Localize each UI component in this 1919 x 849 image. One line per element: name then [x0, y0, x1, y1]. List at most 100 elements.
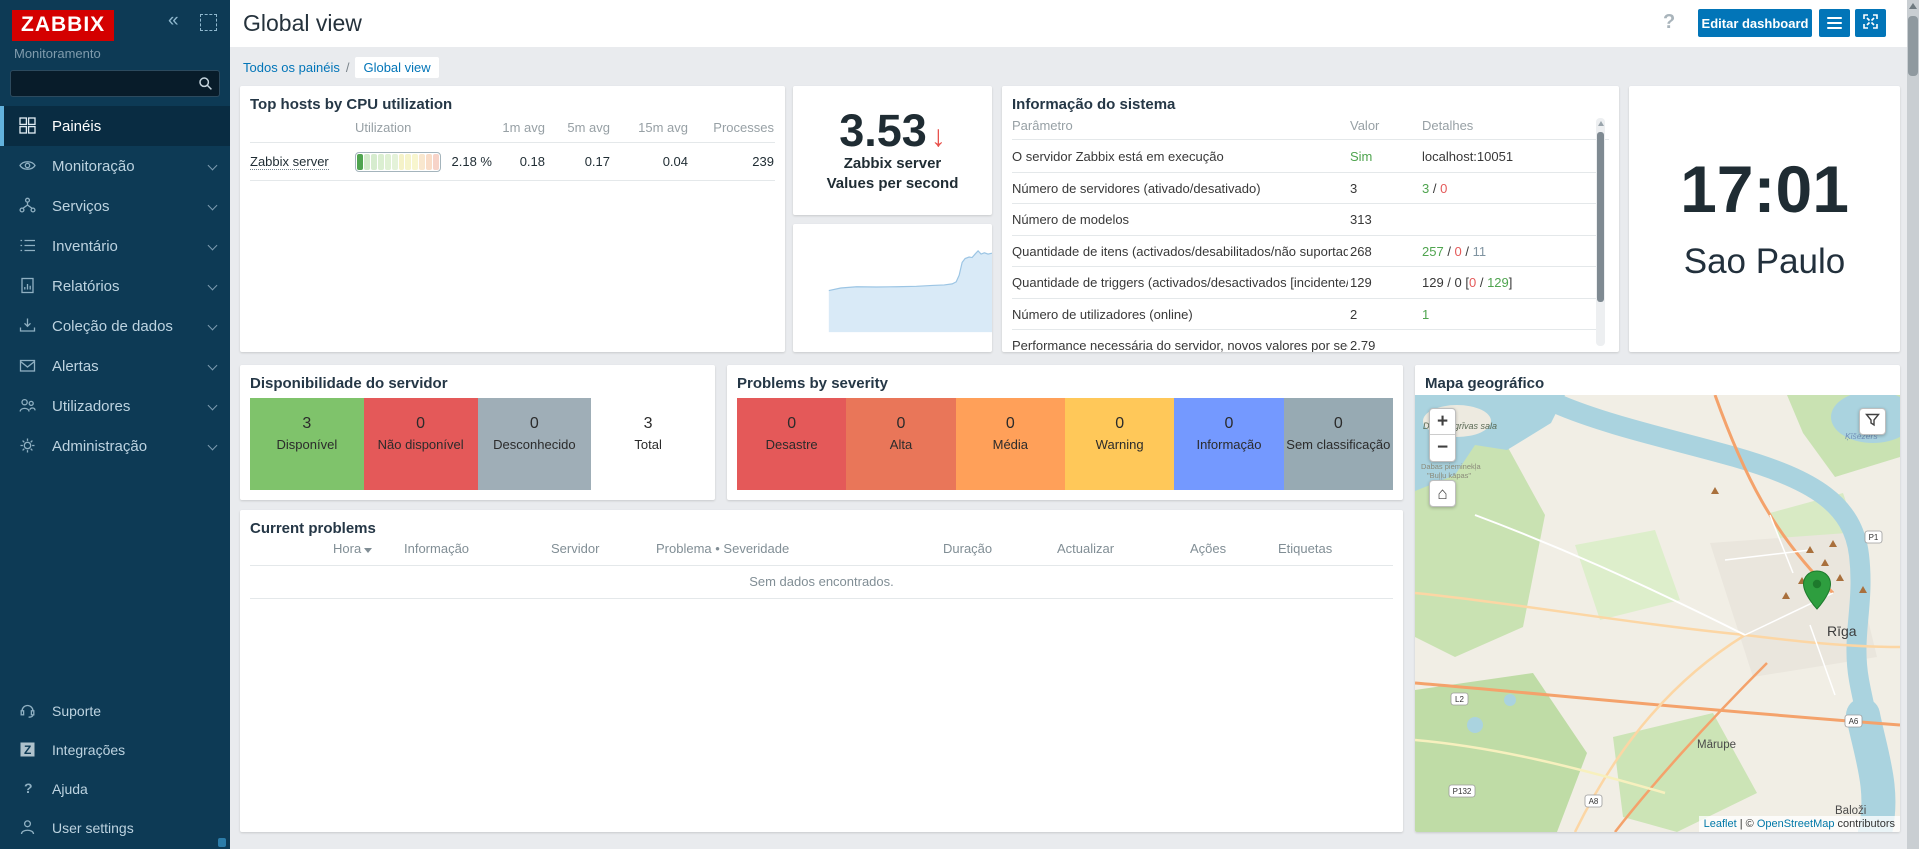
breadcrumb-current[interactable]: Global view [355, 57, 439, 78]
table-cell: 0.04 [662, 154, 688, 169]
svg-text:A8: A8 [1589, 797, 1599, 806]
sidebar-item-invent-rio[interactable]: Inventário [0, 226, 230, 266]
table-cell: 239 [752, 154, 774, 169]
severity-informa-o: 0 Informação [1174, 398, 1284, 490]
scrollbar-up-icon[interactable] [1909, 3, 1917, 9]
zoom-out-button[interactable]: − [1430, 435, 1455, 461]
system-info-scrollbar[interactable] [1596, 118, 1605, 346]
scrollbar-thumb[interactable] [1908, 16, 1918, 76]
breadcrumb: Todos os painéis / Global view [243, 57, 439, 78]
sidebar-item-monitora-o[interactable]: Monitoração [0, 146, 230, 186]
widget-top-hosts: Top hosts by CPU utilization Utilization… [240, 86, 785, 352]
sidebar-item-relat-rios[interactable]: Relatórios [0, 266, 230, 306]
sidebar-item-alertas[interactable]: Alertas [0, 346, 230, 386]
sysinfo-value: 2.79 [1350, 338, 1376, 352]
svg-text:L2: L2 [1455, 695, 1464, 704]
widget-title: Mapa geográfico [1425, 375, 1545, 392]
sidebar-hide-icon[interactable] [200, 14, 217, 31]
chevron-down-icon [207, 440, 218, 451]
map-tiles: Daugavgrīvas salaDabas pieminekļa"Buļļu … [1415, 395, 1900, 832]
product-subtitle: Monitoramento [14, 46, 101, 61]
top-bar: Global view ? Editar dashboard [230, 0, 1919, 47]
help-icon[interactable]: ? [1663, 11, 1675, 34]
severity-m-dia: 0 Média [955, 398, 1065, 490]
sysinfo-parameter: Performance necessária do servidor, novo… [1012, 338, 1348, 352]
sidebar-item-servi-os[interactable]: Serviços [0, 186, 230, 226]
sysinfo-parameter: Quantidade de triggers (activados/desact… [1012, 275, 1348, 290]
map-home-button[interactable]: ⌂ [1429, 480, 1456, 507]
widget-title: Informação do sistema [1012, 96, 1176, 113]
vps-value-row: 3.53 ↓ [839, 108, 946, 154]
sidebar-item-label: Serviços [52, 197, 110, 215]
alerts-icon [19, 357, 37, 375]
sysinfo-parameter: Quantidade de itens (activados/desabilit… [1012, 243, 1348, 259]
dashboard-menu-button[interactable] [1819, 9, 1850, 37]
clock-time: 17:01 [1680, 152, 1849, 226]
box-value: 0 [416, 415, 426, 432]
column-header: 5m avg [567, 120, 610, 135]
svg-text:P132: P132 [1453, 787, 1472, 796]
chevron-down-icon [207, 160, 218, 171]
integrations-icon: Z [19, 741, 37, 759]
filter-funnel-icon [1865, 413, 1880, 427]
box-value: 0 [787, 415, 797, 432]
zabbix-dashboard: ZABBIX « Monitoramento Painéis Monitoraçã… [0, 0, 1919, 849]
attribution-link[interactable]: OpenStreetMap [1757, 818, 1835, 830]
zoom-in-button[interactable]: + [1430, 409, 1455, 435]
sysinfo-parameter: Número de modelos [1012, 212, 1130, 227]
widget-title: Problems by severity [737, 375, 888, 392]
sysinfo-value: Sim [1350, 149, 1373, 164]
sidebar-footer-user-settings[interactable]: User settings [0, 808, 230, 847]
sidebar-scrollbar[interactable] [218, 838, 226, 847]
sidebar-footer-suporte[interactable]: Suporte [0, 691, 230, 730]
severity-sem-classifica-o: 0 Sem classificação [1283, 398, 1393, 490]
sysinfo-value: 129 [1350, 275, 1372, 290]
widget-problems-by-severity: Problems by severity 0 Desastre 0 Alta 0 Médi… [727, 365, 1403, 500]
attribution-text: | © [1736, 818, 1757, 830]
table-cell: 0.17 [584, 154, 610, 169]
box-label: Total [634, 437, 662, 452]
breadcrumb-link[interactable]: Todos os painéis [243, 60, 340, 75]
fullscreen-button[interactable] [1855, 9, 1886, 37]
sidebar-item-pain-is[interactable]: Painéis [0, 106, 230, 146]
sidebar-item-utilizadores[interactable]: Utilizadores [0, 386, 230, 426]
widget-title: Current problems [250, 520, 376, 537]
sidebar-item-label: Monitoração [52, 157, 135, 175]
host-link[interactable]: Zabbix server [250, 154, 329, 170]
trend-down-icon: ↓ [930, 120, 946, 153]
svg-text:Rīga: Rīga [1827, 623, 1857, 639]
column-header: Parâmetro [1012, 118, 1073, 133]
zabbix-logo[interactable]: ZABBIX [12, 10, 115, 41]
sysinfo-details: 1 [1422, 306, 1430, 322]
sidebar-item-label: Inventário [52, 237, 118, 255]
sidebar-collapse-icon[interactable]: « [168, 10, 179, 32]
column-header-hora[interactable]: Hora [333, 541, 373, 556]
sidebar-footer-label: Integrações [52, 741, 126, 758]
widget-current-problems: Current problems Hora Informação Servidor P… [240, 510, 1403, 832]
map-filter-button[interactable] [1859, 408, 1886, 435]
sidebar-search-input[interactable] [10, 70, 220, 97]
attribution-link[interactable]: Leaflet [1704, 818, 1737, 830]
sidebar-item-administra-o[interactable]: Administração [0, 426, 230, 466]
chevron-down-icon [207, 200, 218, 211]
edit-dashboard-button[interactable]: Editar dashboard [1698, 9, 1812, 37]
box-value: 0 [1115, 415, 1125, 432]
page-scrollbar[interactable] [1907, 0, 1919, 849]
column-header: Detalhes [1422, 118, 1474, 133]
severity-desastre: 0 Desastre [737, 398, 847, 490]
chevron-down-icon [207, 240, 218, 251]
sidebar-footer-integra-es[interactable]: Z Integrações [0, 730, 230, 769]
box-label: Desconhecido [493, 437, 576, 452]
sysinfo-parameter: Número de servidores (ativado/desativado… [1012, 180, 1261, 196]
clock-city: Sao Paulo [1683, 242, 1846, 281]
box-label: Sem classificação [1286, 437, 1391, 452]
box-label: Warning [1095, 437, 1144, 452]
widget-system-information: Informação do sistema Parâmetro Valor Deta… [1002, 86, 1619, 352]
map-canvas[interactable]: Daugavgrīvas sala Dabas pieminekļa "Buļļu … [1415, 395, 1900, 832]
fullscreen-icon [1863, 14, 1878, 29]
sidebar-item-label: Utilizadores [52, 397, 131, 415]
sidebar-footer-ajuda[interactable]: ? Ajuda [0, 769, 230, 808]
widget-host-availability: Disponibilidade do servidor 3 Disponível 0… [240, 365, 715, 500]
sidebar-item-cole-o-de-dados[interactable]: Coleção de dados [0, 306, 230, 346]
widget-sparkline-graph[interactable] [793, 224, 993, 352]
